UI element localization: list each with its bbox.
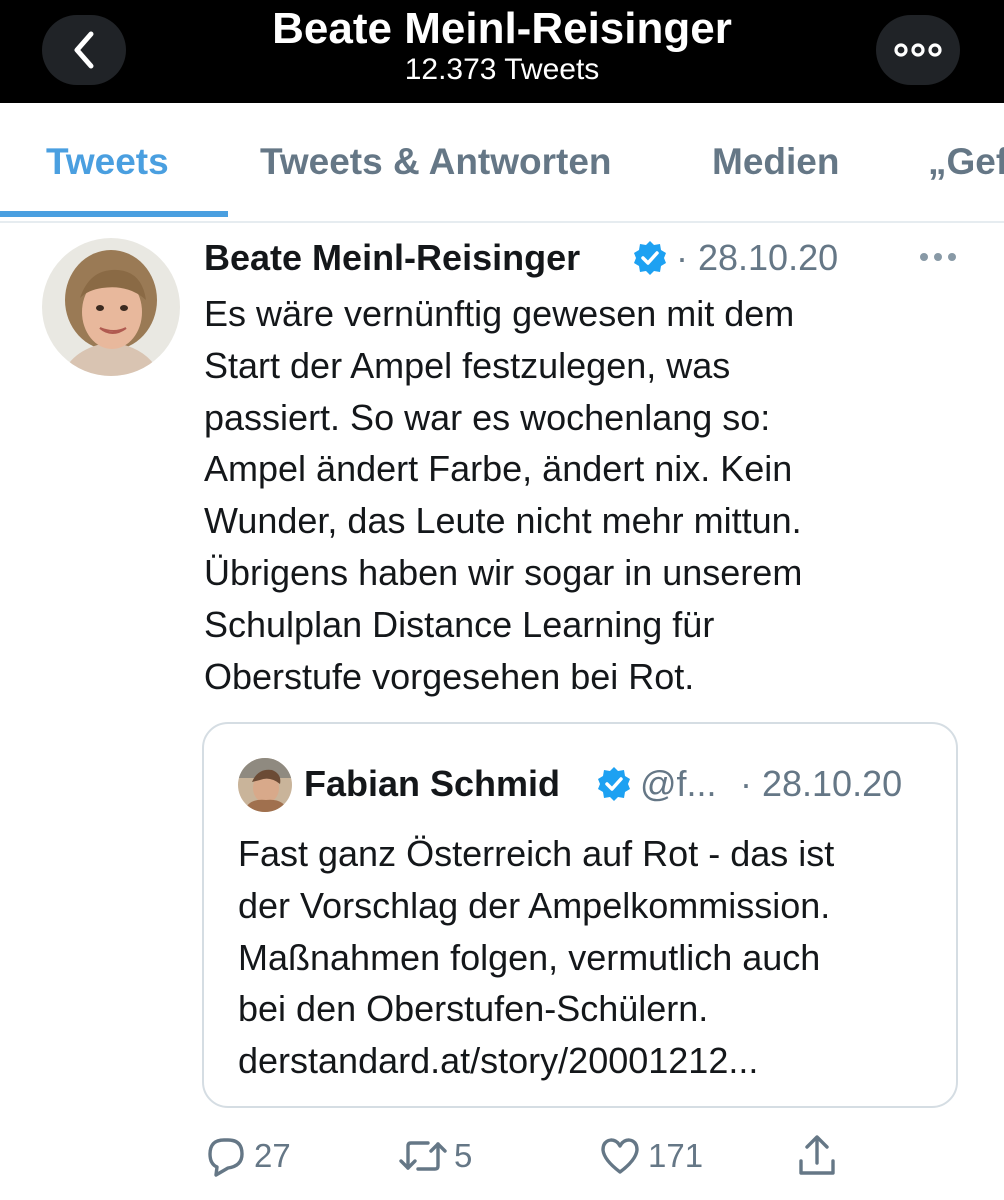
tab-media[interactable]: Medien (712, 103, 839, 221)
quoted-tweet-text: Fast ganz Österreich auf Rot - das ist d… (238, 833, 835, 1082)
tweet-text: Es wäre vernünftig gewesen mit dem Start… (204, 293, 803, 697)
like-button[interactable]: 171 (598, 1132, 703, 1180)
more-options-button[interactable] (876, 15, 960, 85)
quoted-author-name: Fabian Schmid (304, 763, 561, 804)
quoted-author-handle: @f... (640, 763, 717, 804)
profile-tabs: Tweets Tweets & Antworten Medien „Gef (0, 103, 1004, 223)
profile-header: Beate Meinl-Reisinger 12.373 Tweets (0, 0, 1004, 103)
retweet-count: 5 (454, 1137, 473, 1174)
reply-icon (208, 1138, 244, 1177)
chevron-left-icon (74, 31, 94, 69)
quoted-tweet-card[interactable]: Fabian Schmid @f... · 28.10.20 Fast ganz… (202, 722, 958, 1108)
heart-icon (601, 1138, 639, 1174)
tweet-date[interactable]: · 28.10.20 (676, 236, 838, 280)
back-button[interactable] (42, 15, 126, 85)
verified-badge-icon (598, 767, 630, 801)
share-button[interactable] (796, 1132, 838, 1180)
profile-title: Beate Meinl-Reisinger (272, 4, 732, 53)
like-count: 171 (648, 1137, 704, 1174)
verified-badge-icon (634, 241, 666, 275)
tweet-more-icon[interactable] (910, 242, 970, 272)
share-icon (799, 1135, 835, 1175)
tab-tweets-and-replies[interactable]: Tweets & Antworten (260, 103, 612, 221)
avatar[interactable] (42, 238, 180, 376)
quoted-tweet-date: · 28.10.20 (740, 763, 903, 804)
tab-tweets[interactable]: Tweets (46, 103, 169, 221)
active-tab-indicator (0, 211, 228, 217)
reply-button[interactable]: 27 (204, 1132, 291, 1180)
tab-likes[interactable]: „Gef (928, 103, 1004, 221)
tweet-author-name[interactable]: Beate Meinl-Reisinger (204, 236, 580, 280)
tweet-count: 12.373 Tweets (404, 53, 600, 86)
quoted-avatar (238, 758, 292, 812)
retweet-button[interactable]: 5 (398, 1132, 472, 1180)
more-horizontal-icon (894, 43, 942, 57)
retweet-icon (399, 1141, 447, 1171)
reply-count: 27 (254, 1137, 291, 1174)
